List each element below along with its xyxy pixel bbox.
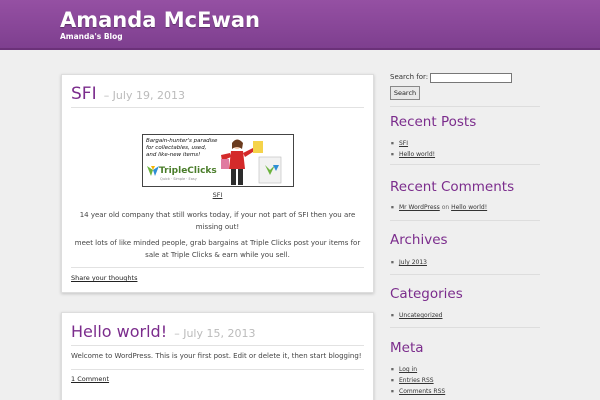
site-header: Amanda McEwan Amanda's Blog [0,0,600,50]
divider [71,107,364,108]
banner-line-3: and like-new items! [146,152,201,158]
list-item: July 2013 [390,257,427,268]
list-item: Hello world! [390,149,435,160]
list-item: SFI [390,138,435,149]
search-label: Search for: [390,73,429,81]
post-date: – July 15, 2013 [174,327,256,340]
divider [390,106,540,107]
post-title-line: Hello world! – July 15, 2013 [71,322,255,341]
banner-caption-link[interactable]: SFI [62,191,373,199]
banner-line-2: for collectables, used, [146,145,207,151]
post-hello-world: Hello world! – July 15, 2013 Welcome to … [61,312,374,400]
recent-posts-title: Recent Posts [390,114,477,130]
tripleclicks-banner[interactable]: Bargain-hunter's paradise for collectabl… [142,134,294,187]
meta-title: Meta [390,340,424,356]
recent-post-link[interactable]: Hello world! [399,151,435,158]
comment-post-link[interactable]: Hello world! [451,204,487,211]
banner-line-1: Bargain-hunter's paradise [146,138,218,144]
archives-list: July 2013 [390,257,427,268]
categories-list: Uncategorized [390,310,442,321]
divider [390,327,540,328]
recent-comments-list: Mr WordPress on Hello world! [390,202,487,213]
divider [71,369,364,370]
meta-list: Log in Entries RSS Comments RSS [390,364,445,397]
list-item: Uncategorized [390,310,442,321]
post-date: – July 19, 2013 [103,89,185,102]
divider [390,274,540,275]
post-title-link[interactable]: Hello world! [71,322,167,341]
list-item: Log in [390,364,445,375]
recent-posts-list: SFI Hello world! [390,138,435,160]
list-item: Comments RSS [390,386,445,397]
archives-title: Archives [390,232,448,248]
post-title-line: SFI – July 19, 2013 [71,84,185,104]
banner-text: Bargain-hunter's paradise for collectabl… [146,138,217,159]
recent-post-link[interactable]: SFI [399,140,408,147]
post-paragraph: Welcome to WordPress. This is your first… [71,352,362,360]
comments-link[interactable]: Share your thoughts [71,274,137,282]
divider [390,220,540,221]
list-item: Entries RSS [390,375,445,386]
archive-link[interactable]: July 2013 [399,259,427,266]
category-link[interactable]: Uncategorized [399,312,442,319]
site-description: Amanda's Blog [60,32,123,41]
list-item: Mr WordPress on Hello world! [390,202,487,213]
comment-on-text: on [441,204,450,211]
banner-logo: TripleClicks [159,166,217,176]
post-title-link[interactable]: SFI [71,84,97,104]
post-sfi: SFI – July 19, 2013 Bargain-hunter's par… [61,74,374,293]
post-paragraph: meet lots of like minded people, grab ba… [74,239,361,259]
login-link[interactable]: Log in [399,366,417,373]
banner-tagline: Quick · Simple · Easy [160,177,197,181]
divider [71,267,364,268]
post-paragraph: 14 year old company that still works tod… [79,211,356,231]
divider [71,345,364,346]
tripleclicks-logo-icon [147,166,159,176]
search-input[interactable] [430,73,512,83]
entries-rss-link[interactable]: Entries RSS [399,377,434,384]
categories-title: Categories [390,286,463,302]
recent-comments-title: Recent Comments [390,179,515,195]
site-title[interactable]: Amanda McEwan [60,8,260,32]
divider [390,164,540,165]
shopper-figure-icon [221,139,282,185]
comments-link[interactable]: 1 Comment [71,375,109,383]
comment-author-link[interactable]: Mr WordPress [399,204,440,211]
comments-rss-link[interactable]: Comments RSS [399,388,445,395]
search-button[interactable]: Search [390,86,420,100]
